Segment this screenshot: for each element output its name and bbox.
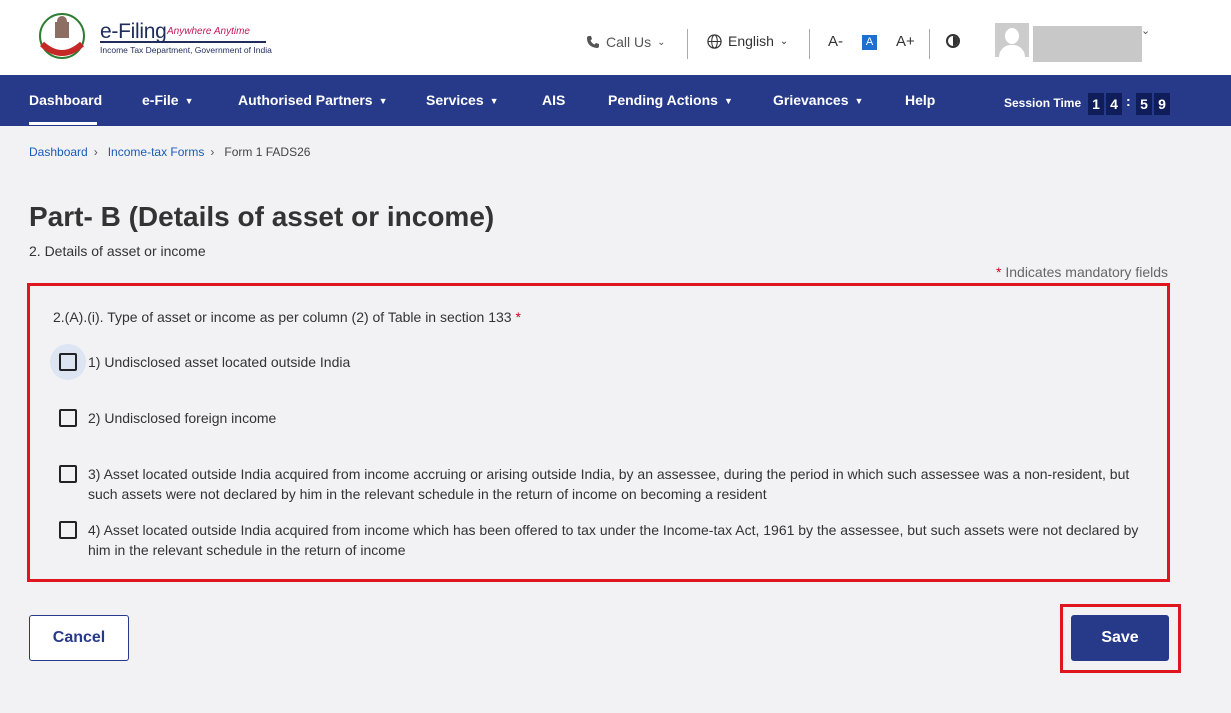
chevron-right-icon: › xyxy=(93,145,98,159)
chevron-down-icon: ⌄ xyxy=(657,36,666,48)
chevron-down-icon: ⌄ xyxy=(779,35,789,47)
page-title: Part- B (Details of asset or income) xyxy=(29,201,495,232)
nav-services[interactable]: Services ▼ xyxy=(426,92,499,108)
font-increase-button[interactable]: A+ xyxy=(896,33,915,50)
chevron-right-icon: › xyxy=(210,145,215,159)
option-1-checkbox[interactable] xyxy=(50,344,86,380)
chevron-down-icon: ▼ xyxy=(184,96,194,106)
logo-department: Income Tax Department, Government of Ind… xyxy=(100,45,272,55)
chevron-down-icon: ▼ xyxy=(489,96,499,106)
session-digit: 5 xyxy=(1136,93,1152,115)
nav-label: Pending Actions xyxy=(608,92,718,108)
contrast-icon[interactable] xyxy=(946,34,960,48)
efiling-logo[interactable]: e-Filing Anywhere Anytime Income Tax Dep… xyxy=(28,12,272,62)
logo-divider xyxy=(100,41,266,43)
breadcrumb: Dashboard › Income-tax Forms › Form 1 FA… xyxy=(29,145,310,159)
nav-label: Services xyxy=(426,92,484,108)
language-label: English xyxy=(728,33,774,49)
chevron-down-icon: ▼ xyxy=(854,96,864,106)
font-default-button[interactable]: A xyxy=(862,35,877,50)
option-4-label[interactable]: 4) Asset located outside India acquired … xyxy=(88,520,1150,560)
phone-icon xyxy=(587,36,599,48)
nav-help[interactable]: Help xyxy=(905,92,935,108)
nav-label: Dashboard xyxy=(29,92,103,108)
option-3-label[interactable]: 3) Asset located outside India acquired … xyxy=(88,464,1150,504)
page-subtitle: 2. Details of asset or income xyxy=(29,243,206,259)
breadcrumb-income-tax-forms[interactable]: Income-tax Forms xyxy=(108,145,205,159)
call-us-label: Call Us xyxy=(606,34,652,50)
username-redacted[interactable] xyxy=(1033,26,1142,62)
session-digit: 9 xyxy=(1154,93,1170,115)
option-3-checkbox[interactable] xyxy=(50,456,86,492)
top-header: e-Filing Anywhere Anytime Income Tax Dep… xyxy=(0,0,1231,75)
active-tab-indicator xyxy=(29,122,97,125)
required-star: * xyxy=(515,309,521,325)
nav-pending-actions[interactable]: Pending Actions ▼ xyxy=(608,92,733,108)
nav-authorised-partners[interactable]: Authorised Partners ▼ xyxy=(238,92,388,108)
mandatory-note-text: Indicates mandatory fields xyxy=(1001,264,1168,280)
question-text: 2.(A).(i). Type of asset or income as pe… xyxy=(53,309,512,325)
session-digit: 1 xyxy=(1088,93,1104,115)
breadcrumb-current: Form 1 FADS26 xyxy=(224,145,311,159)
call-us-dropdown[interactable]: Call Us ⌄ xyxy=(586,34,666,50)
nav-grievances[interactable]: Grievances ▼ xyxy=(773,92,863,108)
header-divider xyxy=(809,29,810,59)
nav-label: Help xyxy=(905,92,936,108)
save-button[interactable]: Save xyxy=(1071,615,1169,661)
nav-dashboard[interactable]: Dashboard xyxy=(29,92,102,108)
option-4-checkbox[interactable] xyxy=(50,512,86,548)
asset-type-section: 2.(A).(i). Type of asset or income as pe… xyxy=(27,283,1170,582)
nav-efile[interactable]: e-File ▼ xyxy=(142,92,194,108)
globe-icon xyxy=(707,33,722,49)
nav-label: Grievances xyxy=(773,92,849,108)
option-1-label[interactable]: 1) Undisclosed asset located outside Ind… xyxy=(88,352,350,372)
header-divider xyxy=(687,29,688,59)
font-decrease-button[interactable]: A- xyxy=(828,33,843,50)
session-digit: 4 xyxy=(1106,93,1122,115)
session-colon: : xyxy=(1126,93,1131,109)
emblem-icon xyxy=(39,13,85,59)
nav-label: AIS xyxy=(542,92,566,108)
session-time-label: Session Time xyxy=(1004,96,1082,110)
nav-label: e-File xyxy=(142,92,179,108)
language-dropdown[interactable]: English ⌄ xyxy=(707,33,788,49)
header-divider xyxy=(929,29,930,59)
breadcrumb-dashboard[interactable]: Dashboard xyxy=(29,145,88,159)
logo-tagline: Anywhere Anytime xyxy=(167,26,250,37)
main-nav: Dashboard e-File ▼ Authorised Partners ▼ S… xyxy=(0,75,1231,126)
mandatory-note: * Indicates mandatory fields xyxy=(996,264,1168,280)
avatar[interactable] xyxy=(995,23,1029,57)
chevron-down-icon[interactable]: ⌄ xyxy=(1141,24,1150,37)
chevron-down-icon: ▼ xyxy=(723,96,733,106)
option-2-label[interactable]: 2) Undisclosed foreign income xyxy=(88,408,276,428)
question-label: 2.(A).(i). Type of asset or income as pe… xyxy=(53,309,521,325)
nav-ais[interactable]: AIS xyxy=(542,92,565,108)
chevron-down-icon: ▼ xyxy=(378,96,388,106)
cancel-button[interactable]: Cancel xyxy=(29,615,129,661)
option-2-checkbox[interactable] xyxy=(50,400,86,436)
nav-label: Authorised Partners xyxy=(238,92,373,108)
